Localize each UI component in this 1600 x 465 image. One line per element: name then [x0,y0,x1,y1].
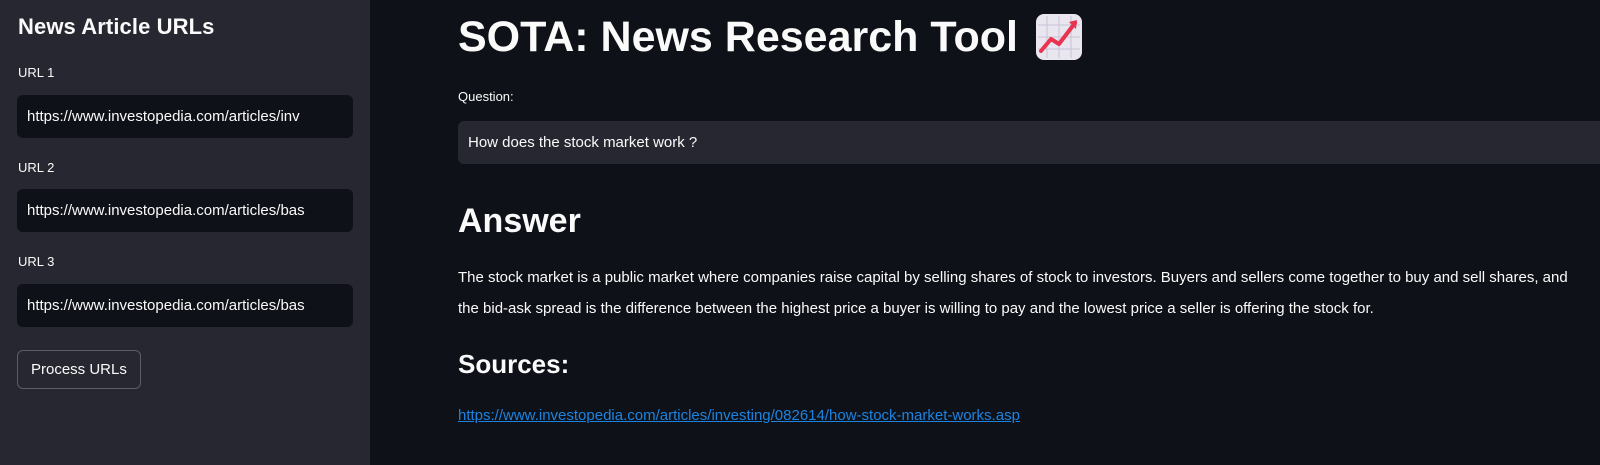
page-title: SOTA: News Research Tool [458,12,1084,62]
url-1-label: URL 1 [18,65,55,80]
main-content: SOTA: News Research Tool Question: How d… [370,0,1600,465]
answer-heading: Answer [458,202,581,240]
url-3-label: URL 3 [18,254,55,269]
url-2-label: URL 2 [18,160,55,175]
question-label: Question: [458,89,514,104]
url-3-input[interactable] [17,284,353,327]
sources-heading: Sources: [458,349,570,379]
sidebar: News Article URLs URL 1 URL 2 URL 3 Proc… [0,0,370,465]
page-title-text: SOTA: News Research Tool [458,12,1018,61]
sidebar-title: News Article URLs [18,14,215,39]
app-root: News Article URLs URL 1 URL 2 URL 3 Proc… [0,0,1600,465]
question-input[interactable] [458,121,1600,164]
url-1-input[interactable] [17,95,353,138]
source-link[interactable]: https://www.investopedia.com/articles/in… [458,407,1020,424]
process-urls-button[interactable]: Process URLs [17,350,141,389]
answer-text: The stock market is a public market wher… [458,269,1568,317]
url-2-input[interactable] [17,189,353,232]
chart-increasing-icon [1034,12,1084,62]
